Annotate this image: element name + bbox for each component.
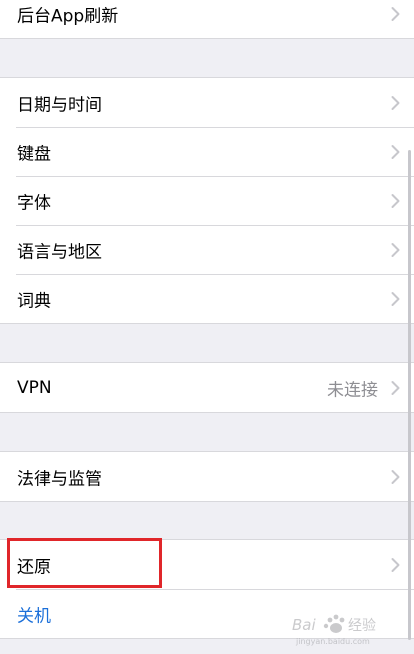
row-label: 语言与地区 <box>17 242 102 262</box>
chevron-right-icon <box>391 557 400 572</box>
row-background-app-refresh[interactable]: 后台App刷新 <box>0 0 414 38</box>
row-keyboard[interactable]: 键盘 <box>0 127 414 176</box>
chevron-right-icon <box>391 95 400 110</box>
row-label: VPN <box>17 377 52 398</box>
chevron-right-icon <box>391 6 400 21</box>
vpn-status: 未连接 <box>327 380 378 400</box>
chevron-right-icon <box>391 380 400 395</box>
chevron-right-icon <box>391 291 400 306</box>
svg-text:经验: 经验 <box>348 618 376 634</box>
row-label: 词典 <box>17 291 51 311</box>
chevron-right-icon <box>391 469 400 484</box>
shutdown-link: 关机 <box>17 606 51 626</box>
svg-text:Bai: Bai <box>292 616 316 634</box>
row-vpn[interactable]: VPN 未连接 <box>0 363 414 412</box>
group-general: 日期与时间 键盘 字体 语言与地区 词典 <box>0 77 414 324</box>
row-label: 日期与时间 <box>17 95 102 115</box>
baidu-jingyan-watermark: Bai 经验 jingyan.baidu.com <box>290 608 408 648</box>
row-date-time[interactable]: 日期与时间 <box>0 78 414 127</box>
row-dictionary[interactable]: 词典 <box>0 274 414 323</box>
row-reset[interactable]: 还原 <box>0 540 414 589</box>
group-vpn: VPN 未连接 <box>0 362 414 413</box>
chevron-right-icon <box>391 242 400 257</box>
group-legal: 法律与监管 <box>0 451 414 502</box>
row-label: 法律与监管 <box>17 469 102 489</box>
svg-text:jingyan.baidu.com: jingyan.baidu.com <box>295 637 370 646</box>
chevron-right-icon <box>391 193 400 208</box>
row-label: 后台App刷新 <box>17 6 119 26</box>
row-fonts[interactable]: 字体 <box>0 176 414 225</box>
group-background-refresh: 后台App刷新 <box>0 0 414 39</box>
scroll-indicator[interactable] <box>408 150 411 640</box>
row-legal-regulatory[interactable]: 法律与监管 <box>0 452 414 501</box>
row-label: 还原 <box>17 557 51 577</box>
row-label: 键盘 <box>17 144 51 164</box>
row-language-region[interactable]: 语言与地区 <box>0 225 414 274</box>
chevron-right-icon <box>391 144 400 159</box>
row-label: 字体 <box>17 193 51 213</box>
